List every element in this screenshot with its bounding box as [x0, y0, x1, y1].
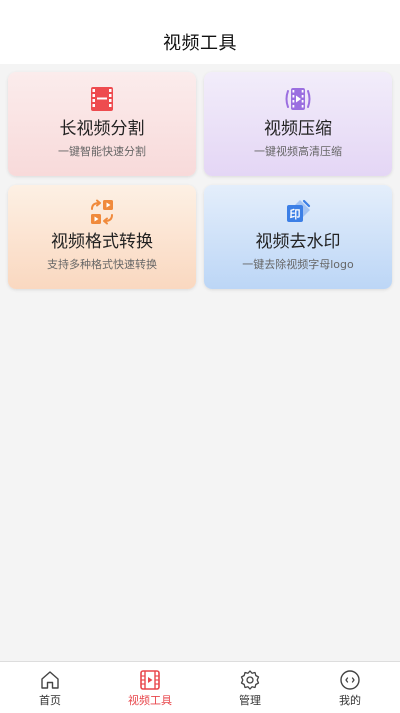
tool-card-subtitle: 支持多种格式快速转换 [47, 258, 157, 271]
tab-mine[interactable]: 我的 [300, 662, 400, 713]
tool-card-video-split[interactable]: 长视频分割 一键智能快速分割 [8, 72, 196, 176]
video-compress-icon [285, 88, 311, 110]
tool-card-subtitle: 一键视频高清压缩 [254, 145, 342, 158]
tab-manage[interactable]: 管理 [200, 662, 300, 713]
film-icon [140, 670, 160, 690]
profile-icon [340, 670, 360, 690]
tool-card-title: 视频去水印 [255, 232, 341, 252]
bottom-tab-bar: 首页 视频工具 管理 我的 [0, 661, 400, 713]
tool-card-subtitle: 一键智能快速分割 [58, 145, 146, 158]
tool-card-subtitle: 一键去除视频字母logo [242, 258, 354, 271]
tool-card-remove-watermark[interactable]: 印 视频去水印 一键去除视频字母logo [204, 185, 392, 289]
tab-label: 首页 [39, 694, 61, 707]
top-bar: 视频工具 [0, 0, 400, 64]
format-convert-icon [91, 199, 113, 225]
tab-home[interactable]: 首页 [0, 662, 100, 713]
remove-watermark-icon: 印 [287, 199, 311, 222]
tool-card-title: 视频压缩 [264, 119, 332, 139]
tab-label: 管理 [239, 694, 261, 707]
page-title: 视频工具 [163, 33, 237, 54]
tool-card-title: 长视频分割 [59, 119, 145, 139]
tab-label: 我的 [339, 694, 361, 707]
home-icon [41, 671, 59, 689]
tool-card-video-compress[interactable]: 视频压缩 一键视频高清压缩 [204, 72, 392, 176]
tab-label: 视频工具 [128, 694, 172, 707]
tab-video-tools[interactable]: 视频工具 [100, 662, 200, 713]
gear-icon [240, 670, 260, 690]
tool-card-title: 视频格式转换 [51, 232, 153, 252]
tool-card-format-convert[interactable]: 视频格式转换 支持多种格式快速转换 [8, 185, 196, 289]
film-cut-icon [91, 87, 113, 111]
svg-text:印: 印 [290, 208, 301, 221]
